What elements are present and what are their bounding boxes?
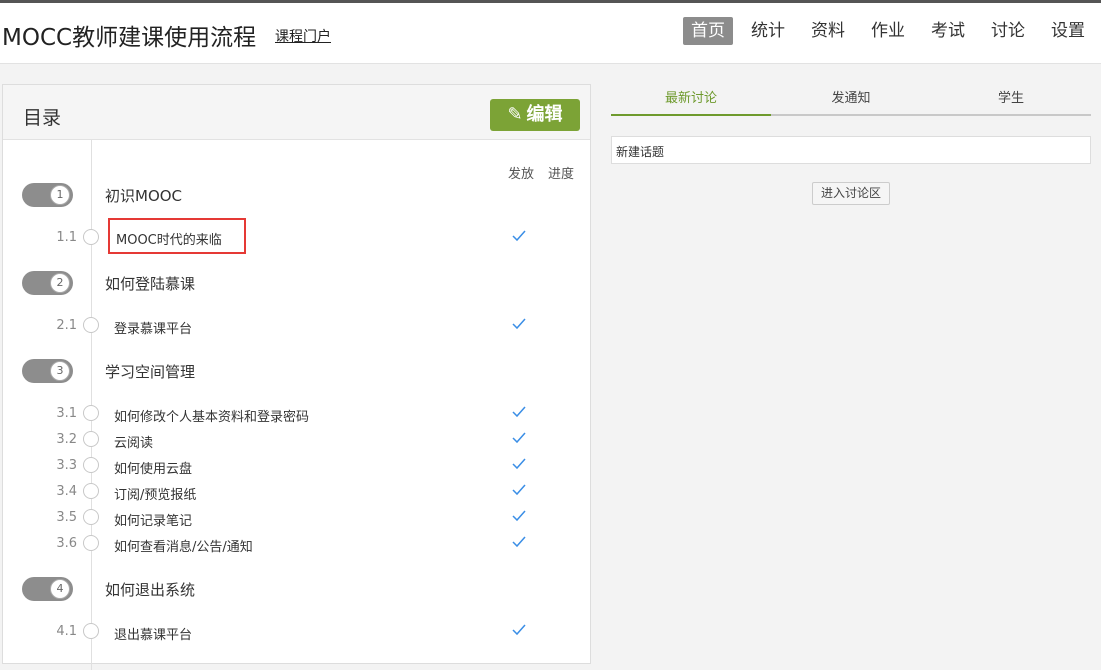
- pencil-icon: ✎: [507, 104, 523, 125]
- section-row: 3.2 云阅读: [3, 429, 590, 451]
- section-number: 3.5: [56, 510, 77, 525]
- section-row: 3.3 如何使用云盘: [3, 455, 590, 477]
- enter-discussion-button[interactable]: 进入讨论区: [812, 182, 890, 205]
- edit-button-label: 编辑: [526, 104, 563, 125]
- section-title[interactable]: 如何修改个人基本资料和登录密码: [114, 406, 309, 425]
- check-icon: [512, 510, 526, 522]
- section-row: 2.1 登录慕课平台: [3, 315, 590, 337]
- tab-latest-discussion[interactable]: 最新讨论: [611, 88, 771, 116]
- section-title[interactable]: 云阅读: [114, 432, 153, 451]
- section-number: 3.3: [56, 458, 77, 473]
- section-row: 1.1 MOOC时代的来临: [3, 218, 590, 254]
- course-title: MOCC教师建课使用流程: [2, 25, 257, 51]
- chapter-number: 1: [50, 185, 70, 205]
- tab-send-notice[interactable]: 发通知: [771, 88, 931, 114]
- main-nav: 首页 统计 资料 作业 考试 讨论 设置: [673, 17, 1093, 45]
- nav-statistics[interactable]: 统计: [743, 17, 793, 45]
- section-status-circle: [83, 623, 99, 639]
- check-icon: [512, 432, 526, 444]
- section-status-circle: [83, 457, 99, 473]
- check-icon: [512, 230, 526, 242]
- nav-settings[interactable]: 设置: [1043, 17, 1093, 45]
- section-status-circle: [83, 317, 99, 333]
- chapter-toggle[interactable]: 2: [22, 271, 73, 295]
- chapter-title[interactable]: 初识MOOC: [105, 185, 182, 206]
- check-icon: [512, 536, 526, 548]
- section-title[interactable]: 如何使用云盘: [114, 458, 192, 477]
- nav-materials[interactable]: 资料: [803, 17, 853, 45]
- discussion-tabs: 最新讨论 发通知 学生: [611, 88, 1091, 116]
- chapter-row: 1 初识MOOC: [3, 180, 590, 210]
- section-row: 3.4 订阅/预览报纸: [3, 481, 590, 503]
- section-title-highlighted[interactable]: MOOC时代的来临: [108, 218, 246, 254]
- chapter-number: 2: [50, 273, 70, 293]
- section-title[interactable]: 如何记录笔记: [114, 510, 192, 529]
- chapter-number: 4: [50, 579, 70, 599]
- chapter-number: 3: [50, 361, 70, 381]
- section-status-circle: [83, 229, 99, 245]
- nav-homework[interactable]: 作业: [863, 17, 913, 45]
- check-icon: [512, 624, 526, 636]
- section-row: 3.1 如何修改个人基本资料和登录密码: [3, 403, 590, 425]
- catalog-panel: 目录 ✎ 编辑 发放 进度 1 初识MOOC 1.1 MOOC时代的来临 2 如何…: [2, 84, 591, 670]
- new-topic-field[interactable]: 新建话题: [611, 136, 1091, 164]
- section-number: 3.1: [56, 406, 77, 421]
- section-status-circle: [83, 535, 99, 551]
- chapter-toggle[interactable]: 1: [22, 183, 73, 207]
- page-header: MOCC教师建课使用流程 课程门户 首页 统计 资料 作业 考试 讨论 设置: [0, 3, 1101, 64]
- section-title[interactable]: 订阅/预览报纸: [114, 484, 196, 503]
- section-row: 3.5 如何记录笔记: [3, 507, 590, 529]
- section-number: 3.4: [56, 484, 77, 499]
- section-row: 3.6 如何查看消息/公告/通知: [3, 533, 590, 555]
- chapter-row: 3 学习空间管理: [3, 356, 590, 386]
- chapter-toggle[interactable]: 3: [22, 359, 73, 383]
- section-status-circle: [83, 431, 99, 447]
- section-number: 4.1: [56, 624, 77, 639]
- chapter-title[interactable]: 如何退出系统: [105, 579, 195, 600]
- nav-discussion[interactable]: 讨论: [983, 17, 1033, 45]
- catalog-header: 目录 ✎ 编辑: [3, 85, 590, 140]
- chapter-title[interactable]: 学习空间管理: [105, 361, 195, 382]
- section-row: 4.1 退出慕课平台: [3, 621, 590, 643]
- section-number: 3.2: [56, 432, 77, 447]
- course-portal-link[interactable]: 课程门户: [275, 26, 331, 46]
- section-status-circle: [83, 405, 99, 421]
- section-title[interactable]: 退出慕课平台: [114, 624, 192, 643]
- section-status-circle: [83, 509, 99, 525]
- edit-button[interactable]: ✎ 编辑: [490, 99, 580, 131]
- section-number: 3.6: [56, 536, 77, 551]
- nav-exam[interactable]: 考试: [923, 17, 973, 45]
- section-title[interactable]: 如何查看消息/公告/通知: [114, 536, 253, 555]
- nav-home[interactable]: 首页: [683, 17, 733, 45]
- check-icon: [512, 458, 526, 470]
- section-number: 2.1: [56, 318, 77, 333]
- section-status-circle: [83, 483, 99, 499]
- section-number: 1.1: [56, 230, 77, 245]
- chapter-row: 4 如何退出系统: [3, 574, 590, 604]
- catalog-title: 目录: [23, 107, 62, 129]
- check-icon: [512, 484, 526, 496]
- tab-students[interactable]: 学生: [931, 88, 1091, 114]
- chapter-row: 2 如何登陆慕课: [3, 268, 590, 298]
- chapter-title[interactable]: 如何登陆慕课: [105, 273, 195, 294]
- section-title[interactable]: 登录慕课平台: [114, 318, 192, 337]
- check-icon: [512, 318, 526, 330]
- check-icon: [512, 406, 526, 418]
- chapter-toggle[interactable]: 4: [22, 577, 73, 601]
